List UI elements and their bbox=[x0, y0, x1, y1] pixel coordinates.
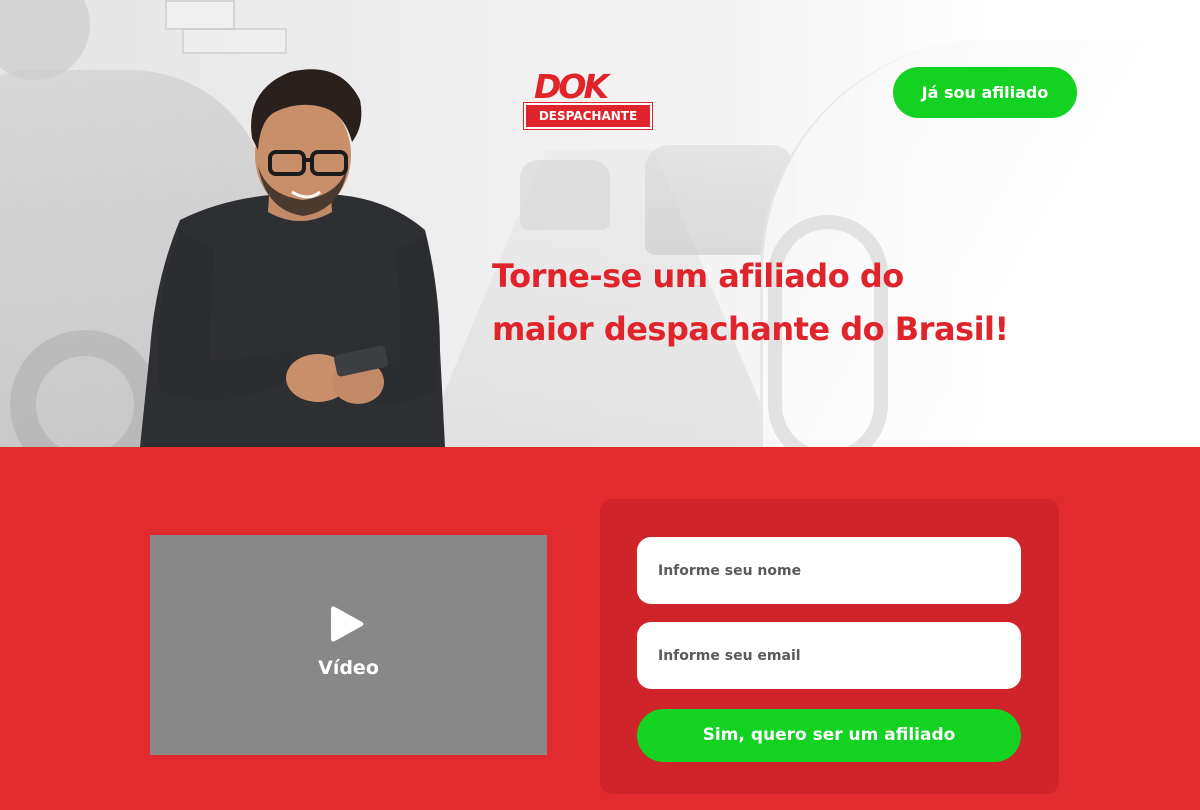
dok-despachante-logo[interactable]: DOK DESPACHANTE bbox=[523, 67, 653, 132]
hero-headline: Torne-se um afiliado do maior despachant… bbox=[492, 250, 1132, 356]
logo-banner: DESPACHANTE bbox=[523, 102, 653, 130]
video-label: Vídeo bbox=[318, 657, 379, 679]
headline-line: maior despachante do Brasil! bbox=[492, 310, 1009, 348]
person-with-phone-illustration bbox=[140, 69, 445, 447]
headline-line: Torne-se um afiliado do bbox=[492, 257, 904, 295]
play-icon[interactable] bbox=[329, 604, 365, 644]
logo-wordmark: DOK bbox=[534, 67, 609, 106]
background-street-sign bbox=[182, 28, 287, 54]
video-player[interactable]: Vídeo bbox=[150, 535, 547, 755]
signup-section: Vídeo Sim, quero ser um afiliado bbox=[0, 447, 1200, 810]
background-tree bbox=[0, 0, 90, 80]
name-field[interactable] bbox=[637, 537, 1021, 604]
email-field[interactable] bbox=[637, 622, 1021, 689]
affiliate-login-button[interactable]: Já sou afiliado bbox=[893, 67, 1077, 118]
logo-subtitle: DESPACHANTE bbox=[538, 109, 638, 123]
hero-section: DOK DESPACHANTE Já sou afiliado Torne-se… bbox=[0, 0, 1200, 447]
affiliate-signup-form: Sim, quero ser um afiliado bbox=[600, 499, 1059, 794]
background-street-sign bbox=[165, 0, 235, 30]
background-car-far bbox=[520, 160, 610, 230]
become-affiliate-button[interactable]: Sim, quero ser um afiliado bbox=[637, 709, 1021, 762]
